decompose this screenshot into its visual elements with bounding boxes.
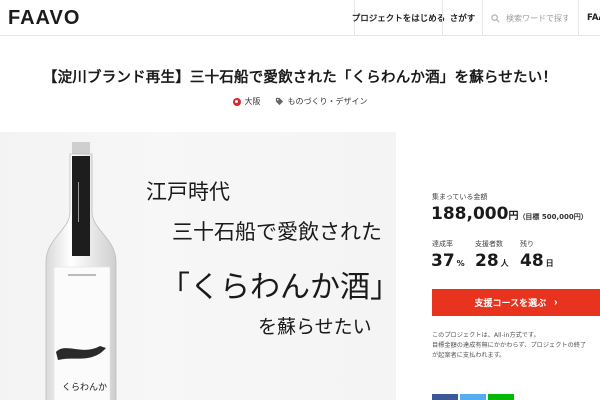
bottle-label-text: くらわんか: [62, 383, 108, 393]
search-link[interactable]: さがす: [442, 0, 482, 36]
hero-line-1: 江戸時代: [146, 180, 230, 204]
project-meta: 大阪 ものづくり・デザイン: [0, 96, 600, 107]
header-nav: プロジェクトをはじめる さがす FAAV: [352, 0, 600, 36]
supporters-unit: 人: [500, 259, 509, 268]
supporters-label: 支援者数: [475, 240, 503, 248]
faavo-logo[interactable]: FAAVO: [8, 7, 80, 29]
hero-line-3: 「くらわんか酒」: [160, 270, 396, 305]
search-box[interactable]: [482, 0, 578, 36]
share-buttons: [396, 394, 600, 400]
support-button-label: 支援コースを選ぶ: [474, 298, 547, 308]
achievement-label: 達成率: [432, 240, 453, 248]
remaining-label: 残り: [520, 240, 534, 248]
achievement-value: 37%: [431, 251, 465, 271]
hero-line-4: を蘇らせたい: [258, 316, 372, 338]
project-title: 【淀川ブランド再生】三十石船で愛飲された「くらわんか酒」を蘇らせたい！: [42, 70, 558, 86]
twitter-share-button[interactable]: [460, 394, 486, 400]
supporters-value: 28 人: [475, 251, 509, 271]
amount-value: 188,000: [431, 204, 509, 224]
location-label: 大阪: [244, 97, 261, 106]
amount-yen: 円: [508, 211, 519, 222]
funding-panel: 集まっている金額 188,000円（目標 500,000円） 達成率 支援者数 …: [396, 132, 600, 400]
line-share-button[interactable]: [488, 394, 514, 400]
search-icon: [491, 13, 500, 22]
select-support-course-button[interactable]: 支援コースを選ぶ ›: [432, 289, 600, 316]
location-link[interactable]: 大阪: [232, 96, 261, 107]
achievement-unit: %: [456, 259, 465, 268]
supporters-number: 28: [475, 251, 499, 271]
all-in-note-line-2: 目標金額の達成有無にかかわらず、プロジェクトの終了: [432, 342, 587, 349]
all-in-note-line-3: が起案者に支払われます。: [432, 352, 506, 359]
goal-amount: （目標 500,000円）: [518, 213, 588, 221]
hero-line-2: 三十石船で愛飲された: [172, 220, 382, 244]
category-link[interactable]: ものづくり・デザイン: [275, 96, 368, 107]
funded-amount: 188,000円（目標 500,000円）: [431, 204, 588, 224]
site-header: FAAVO プロジェクトをはじめる さがす FAAV: [0, 0, 600, 36]
category-label: ものづくり・デザイン: [287, 97, 368, 106]
brand-menu-link[interactable]: FAAV: [578, 0, 600, 36]
location-pin-icon: [232, 97, 241, 106]
remaining-number: 48: [520, 251, 544, 271]
facebook-share-button[interactable]: [432, 394, 458, 400]
search-input[interactable]: [506, 13, 568, 23]
hero-image: くらわんか 江戸時代 三十石船で愛飲された 「くらわんか酒」 を蘇らせたい: [0, 132, 396, 400]
achievement-number: 37: [431, 251, 455, 271]
funded-label: 集まっている金額: [432, 193, 488, 201]
remaining-value: 48 日: [520, 251, 554, 271]
remaining-unit: 日: [545, 259, 554, 268]
tag-icon: [275, 97, 283, 106]
all-in-note-line-1: このプロジェクトは、All-in方式です。: [432, 332, 540, 339]
chevron-right-icon: ›: [554, 297, 558, 308]
sake-bottle-image: [45, 142, 117, 400]
start-project-link[interactable]: プロジェクトをはじめる: [352, 0, 445, 36]
logo-text: FAAVO: [8, 6, 81, 29]
